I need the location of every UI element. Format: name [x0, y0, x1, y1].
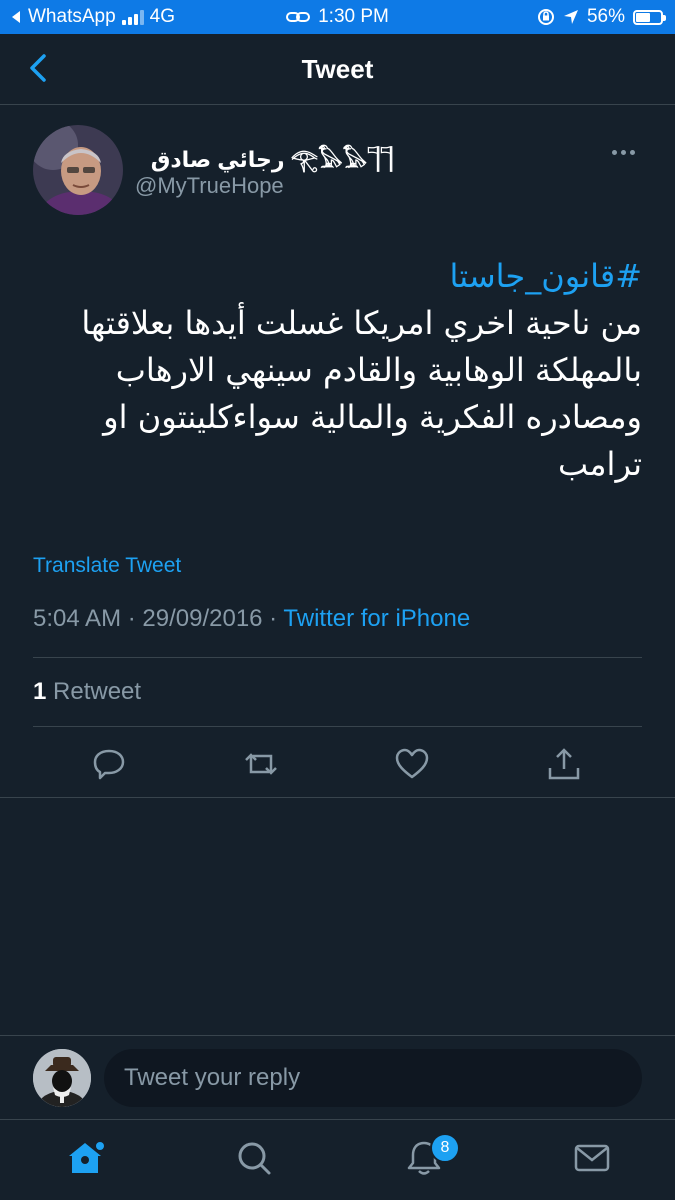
- retweet-icon[interactable]: [243, 746, 279, 782]
- translate-tweet-link[interactable]: Translate Tweet: [33, 554, 181, 578]
- page-title: Tweet: [301, 54, 374, 84]
- home-icon[interactable]: [65, 1138, 105, 1178]
- share-icon[interactable]: [546, 746, 582, 782]
- retweet-stats[interactable]: 1 Retweet: [33, 678, 141, 706]
- status-bar: WhatsApp 4G 1:30 PM 56%: [0, 0, 675, 34]
- tab-bar: [0, 1120, 675, 1200]
- search-icon[interactable]: [234, 1138, 274, 1178]
- author-avatar[interactable]: [33, 125, 123, 215]
- nav-bar: Tweet: [0, 34, 675, 105]
- battery-percent: 56%: [586, 6, 625, 27]
- hashtag-link[interactable]: #قانون_جاستا: [33, 253, 642, 300]
- notification-badge: 8: [430, 1133, 460, 1163]
- author-handle[interactable]: @MyTrueHope: [135, 173, 284, 199]
- retweet-label: Retweet: [53, 678, 142, 705]
- battery-icon: [633, 9, 666, 25]
- reply-input[interactable]: Tweet your reply: [104, 1049, 642, 1107]
- location-icon: [563, 10, 578, 24]
- like-icon[interactable]: [394, 746, 430, 782]
- messages-icon[interactable]: [572, 1138, 612, 1178]
- author-display-name[interactable]: رجائي صادق 𓂀𓅃𓅃𓊹𓊹: [135, 139, 393, 175]
- tweet-meta: 5:04 AM · 29/09/2016 · Twitter for iPhon…: [33, 605, 471, 632]
- tweet-body: من ناحية اخري امريكا غسلت أيدها بعلاقتها…: [81, 304, 642, 483]
- more-options-icon[interactable]: [612, 142, 640, 162]
- reply-bar: Tweet your reply: [0, 1035, 675, 1120]
- link-icon: [286, 12, 311, 22]
- tweet-time: 5:04 AM: [33, 605, 122, 632]
- tweet-source[interactable]: Twitter for iPhone: [283, 605, 470, 632]
- reply-icon[interactable]: [91, 746, 127, 782]
- status-bar-right: 56%: [537, 6, 666, 28]
- tweet-text: #قانون_جاستا من ناحية اخري امريكا غسلت أ…: [33, 253, 642, 488]
- clock: 1:30 PM: [318, 6, 389, 27]
- divider: [0, 797, 675, 798]
- retweet-count: 1: [33, 678, 47, 705]
- tweet-date: 29/09/2016: [142, 605, 263, 632]
- orientation-lock-icon: [537, 9, 554, 25]
- divider: [33, 657, 642, 658]
- divider: [33, 726, 642, 727]
- current-user-avatar[interactable]: [33, 1049, 91, 1107]
